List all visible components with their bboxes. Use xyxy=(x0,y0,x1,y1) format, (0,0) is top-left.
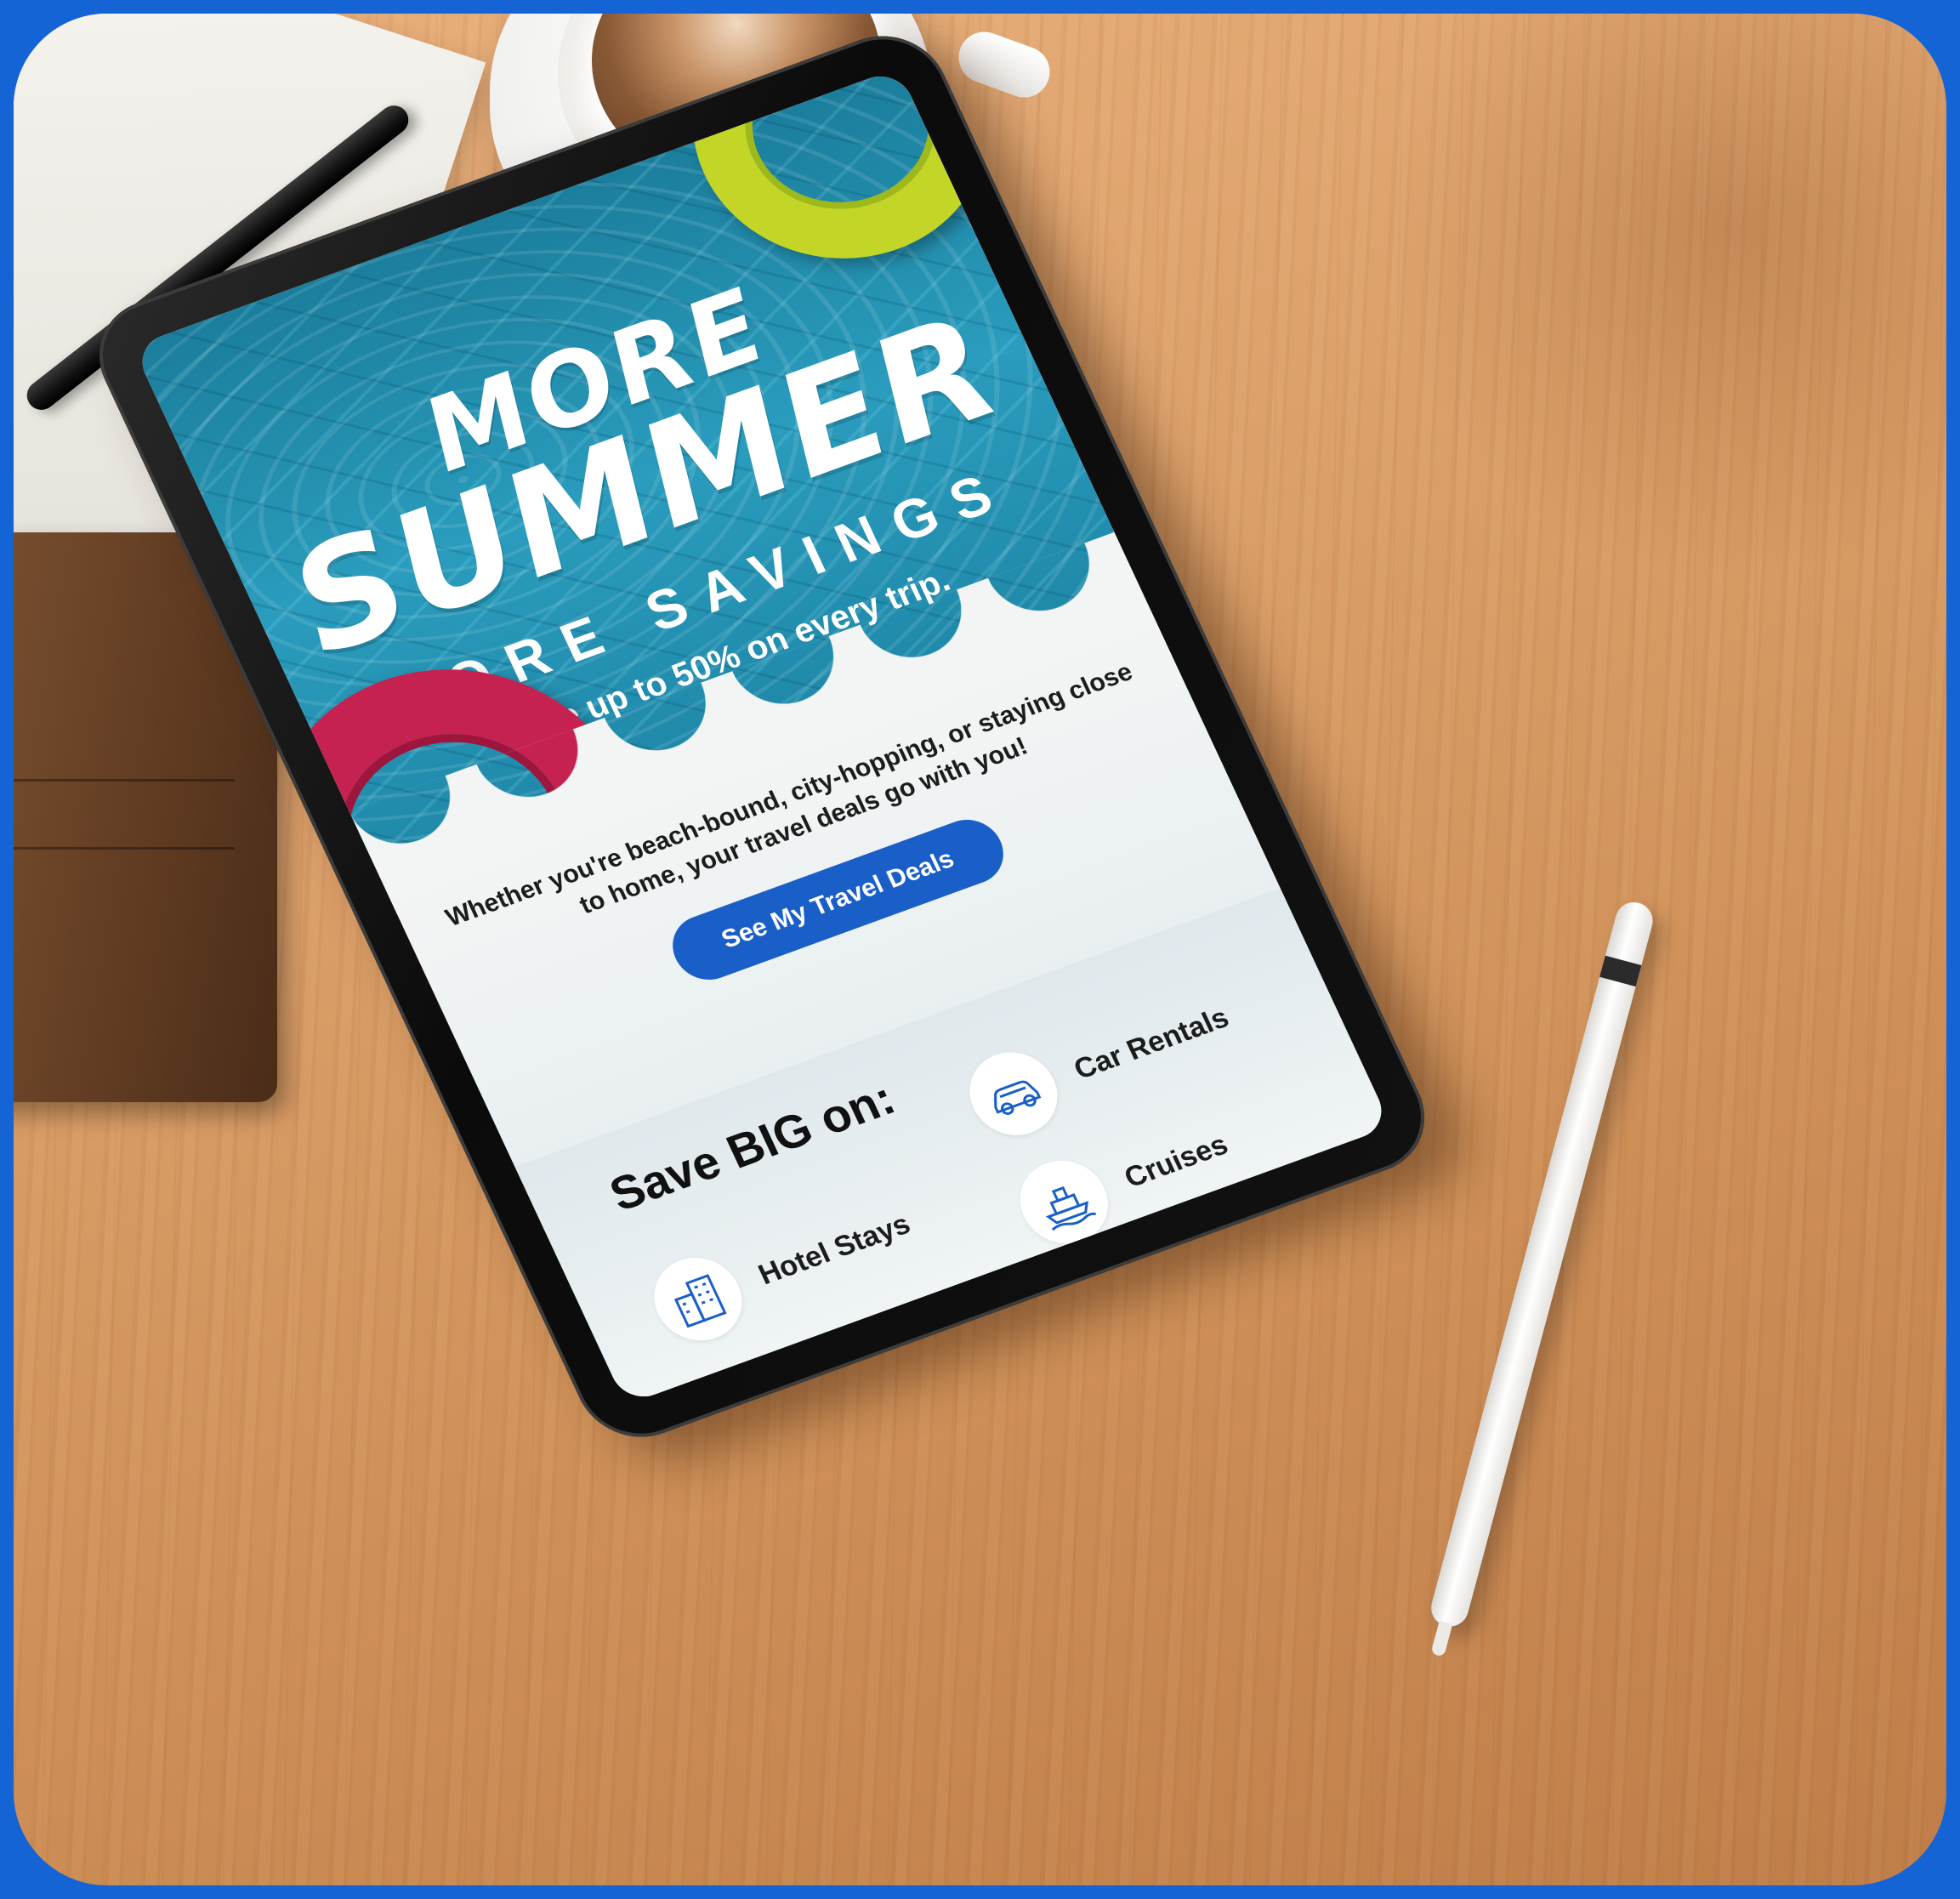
stylus-pen xyxy=(1427,898,1657,1657)
category-label: Flights xyxy=(804,1337,907,1400)
shadow xyxy=(1351,14,1946,609)
category-label: Live Events xyxy=(1169,1218,1335,1303)
hotel-icon xyxy=(639,1245,757,1353)
ticket-icon xyxy=(1056,1257,1173,1364)
category-label: Hotel Stays xyxy=(753,1208,916,1292)
stylus-tip xyxy=(1430,1620,1453,1657)
desk-photo: MORE SUMMER MORE SAVINGS Save up to 50% … xyxy=(14,14,1946,1885)
wallet-slot xyxy=(14,847,235,850)
category-theme-parks[interactable]: Theme Parks & Attractions xyxy=(741,1369,1112,1405)
stylus-band xyxy=(1599,955,1642,987)
category-label: Theme Parks & Attractions xyxy=(847,1377,1109,1405)
cup-handle xyxy=(952,24,1057,105)
category-label: Cruises xyxy=(1119,1128,1233,1195)
cruise-ship-icon xyxy=(1006,1148,1122,1256)
tablet-screen: MORE SUMMER MORE SAVINGS Save up to 50% … xyxy=(132,67,1392,1406)
category-label: Car Rentals xyxy=(1069,1001,1234,1086)
wallet-slot xyxy=(14,779,235,782)
airplane-icon xyxy=(690,1354,807,1406)
car-icon xyxy=(955,1040,1072,1147)
